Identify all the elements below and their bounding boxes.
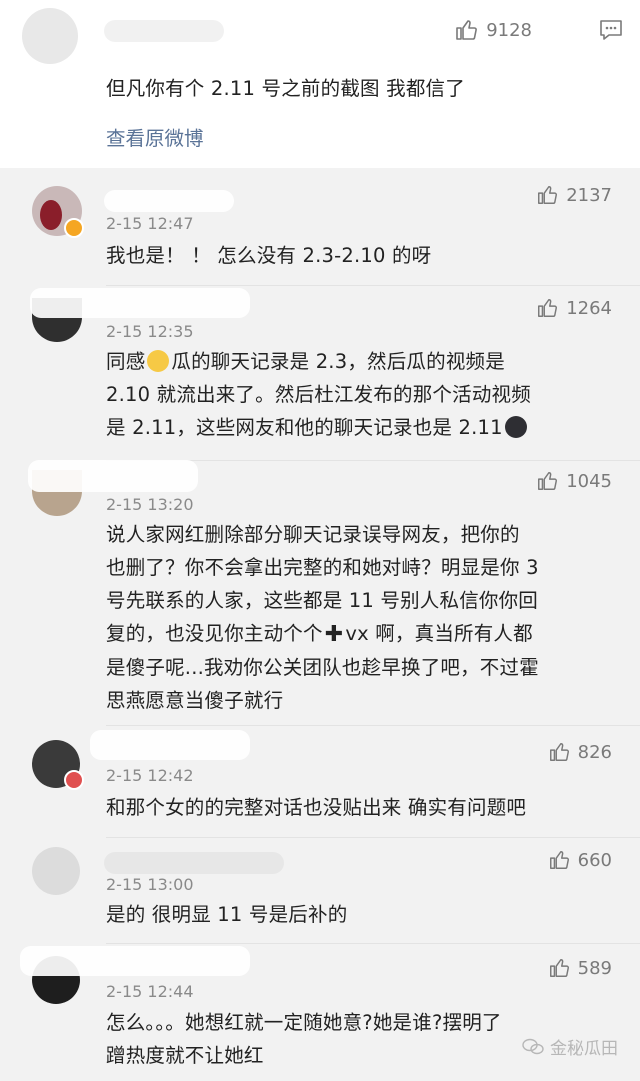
like-count: 9128 [486, 19, 532, 41]
comment-text: 我也是！ ！ 怎么没有 2.3-2.10 的呀 [106, 244, 432, 267]
username-blurred [104, 20, 224, 42]
comment-time: 2-15 12:44 [106, 982, 194, 1001]
comment-text-line: 2.10 就流出来了。然后杜江发布的那个活动视频 [106, 383, 531, 406]
like-button[interactable]: 660 [548, 849, 612, 871]
like-count: 2137 [566, 184, 612, 206]
thumbs-up-icon [538, 472, 558, 490]
username-blurred [104, 852, 284, 874]
watermark: 金秘瓜田 [522, 1034, 618, 1059]
verified-badge-icon [64, 770, 84, 790]
comment-time: 2-15 12:35 [106, 322, 194, 341]
avatar[interactable] [22, 8, 78, 64]
thumbs-up-icon [549, 743, 569, 761]
plus-icon: ✚ [324, 622, 344, 647]
comment-text-line: 是傻子呢...我劝你公关团队也趁早换了吧，不过霍 [106, 656, 539, 679]
comment-text-part: 同感 [106, 350, 146, 373]
username-blurred [30, 288, 250, 318]
comment-text-line: 也删了？你不会拿出完整的和她对峙？明显是你 3 [106, 556, 539, 579]
thumbs-up-icon [538, 299, 558, 317]
view-original-weibo-link[interactable]: 查看原微博 [106, 122, 204, 151]
like-count: 1264 [566, 297, 612, 319]
comment-text-part: vx 啊，真当所有人都 [345, 622, 533, 645]
comment-time: 2-15 12:47 [106, 214, 194, 233]
crying-face-emoji-icon [147, 350, 170, 372]
comment-text: 和那个女的的完整对话也没贴出来 确实有问题吧 [106, 796, 527, 819]
like-button[interactable]: 1045 [536, 470, 612, 492]
comment-time: 2-15 13:20 [106, 495, 194, 514]
like-button[interactable]: 2137 [536, 184, 612, 206]
comment-text-line: 思燕愿意当傻子就行 [106, 689, 284, 712]
comment-text-part: 瓜的聊天记录是 2.3，然后瓜的视频是 [171, 350, 505, 373]
tear-face-emoji-icon [504, 416, 527, 438]
comment-text: 说人家网红删除部分聊天记录误导网友，把你的 也删了？你不会拿出完整的和她对峙？明… [106, 518, 611, 717]
divider [106, 285, 640, 286]
like-button[interactable]: 9128 [454, 18, 532, 42]
comment-text-line: 说人家网红删除部分聊天记录误导网友，把你的 [106, 523, 520, 546]
like-count: 826 [577, 741, 612, 763]
comment-text-line: 号先联系的人家，这些都是 11 号别人私信你你回 [106, 589, 539, 612]
comment-icon[interactable] [598, 18, 624, 46]
username-blurred [90, 730, 250, 760]
username-blurred [104, 190, 234, 212]
comment-text-part: 复的，也没见你主动个个 [106, 622, 323, 645]
username-blurred [20, 946, 250, 976]
avatar[interactable] [32, 847, 80, 895]
like-count: 1045 [566, 470, 612, 492]
thumbs-up-icon [549, 851, 569, 869]
like-button[interactable]: 1264 [536, 297, 612, 319]
divider [106, 837, 640, 838]
comment-text: 但凡你有个 2.11 号之前的截图 我都信了 [106, 77, 465, 100]
divider [106, 725, 640, 726]
wechat-icon [522, 1038, 544, 1054]
username-blurred [28, 460, 198, 492]
comment-time: 2-15 13:00 [106, 875, 194, 894]
thumbs-up-icon [456, 20, 478, 40]
like-button[interactable]: 589 [548, 957, 612, 979]
like-count: 660 [577, 849, 612, 871]
comment-text: 同感 瓜的聊天记录是 2.3，然后瓜的视频是 2.10 就流出来了。然后杜江发布的… [106, 345, 611, 444]
comment-text: 是的 很明显 11 号是后补的 [106, 903, 348, 926]
thumbs-up-icon [538, 186, 558, 204]
comment-time: 2-15 12:42 [106, 766, 194, 785]
like-button[interactable]: 826 [548, 741, 612, 763]
comment-text-part: 是 2.11，这些网友和他的聊天记录也是 2.11 [106, 416, 503, 439]
divider [106, 943, 640, 944]
original-comment-card: 9128 但凡你有个 2.11 号之前的截图 我都信了 查看原微博 [0, 0, 640, 168]
thumbs-up-icon [549, 959, 569, 977]
watermark-text: 金秘瓜田 [550, 1039, 618, 1059]
verified-badge-icon [64, 218, 84, 238]
like-count: 589 [577, 957, 612, 979]
